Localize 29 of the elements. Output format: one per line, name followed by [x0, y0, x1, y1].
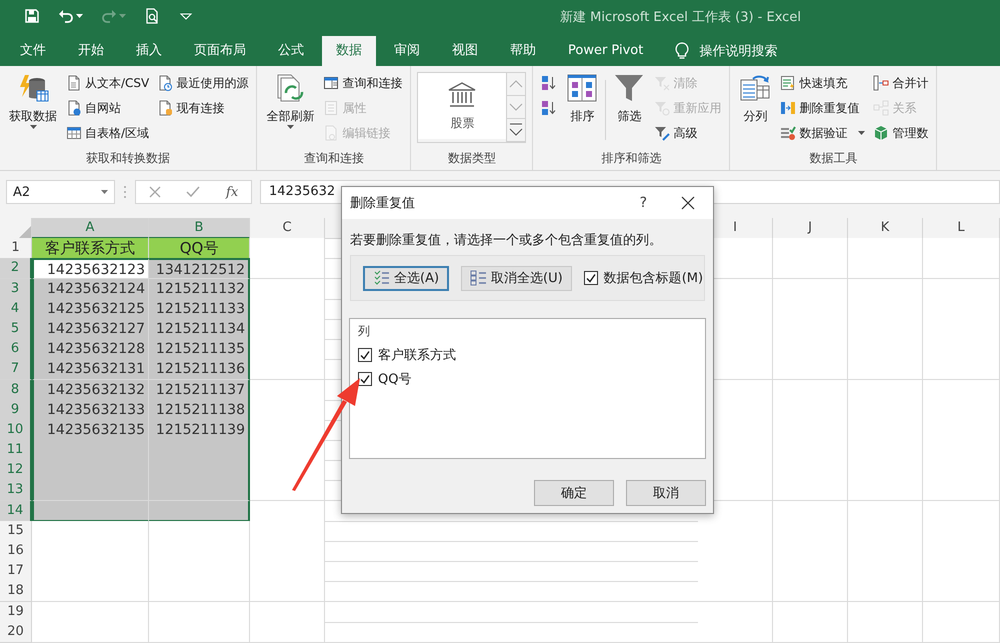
- table-cell: 14235632125: [32, 298, 149, 320]
- table-cell: 1215211135: [149, 339, 250, 360]
- table-cell: QQ号: [149, 238, 250, 260]
- group-label: 查询和连接: [302, 150, 365, 167]
- dialog-title: 删除重复值: [350, 195, 416, 212]
- table-cell: 1215211133: [149, 298, 250, 320]
- table-cell: 1215211134: [149, 318, 250, 340]
- table-cell: 14235632127: [32, 318, 149, 340]
- list-heading: 列: [358, 323, 371, 340]
- table-cell: 14235632131: [32, 359, 149, 380]
- table-cell: 14235632124: [32, 278, 149, 300]
- group-label: 获取和转换数据: [85, 150, 172, 167]
- table-cell: 客户联系方式: [32, 238, 149, 260]
- window-title: 新建 Microsoft Excel 工作表 (3) - Excel: [560, 9, 801, 26]
- group-label: 排序和筛选: [600, 150, 662, 167]
- table-cell: 14235632132: [32, 380, 149, 400]
- table-cell: 1341212512: [149, 258, 250, 280]
- table-cell: 14235632128: [32, 339, 149, 360]
- table-cell: 14235632133: [32, 400, 149, 421]
- table-cell: 14235632123: [32, 258, 149, 280]
- group-label: 数据类型: [446, 150, 497, 167]
- table-cell: 1215211136: [149, 359, 250, 380]
- table-cell: 1215211132: [149, 278, 250, 300]
- table-cell: 14235632135: [32, 420, 149, 441]
- table-cell: 1215211137: [149, 380, 250, 400]
- group-label: 数据工具: [808, 150, 858, 167]
- table-cell: 1215211139: [149, 420, 250, 441]
- instruction-text: 若要删除重复值，请选择一个或多个包含重复值的列。: [350, 232, 663, 249]
- table-cell: 1215211138: [149, 400, 250, 421]
